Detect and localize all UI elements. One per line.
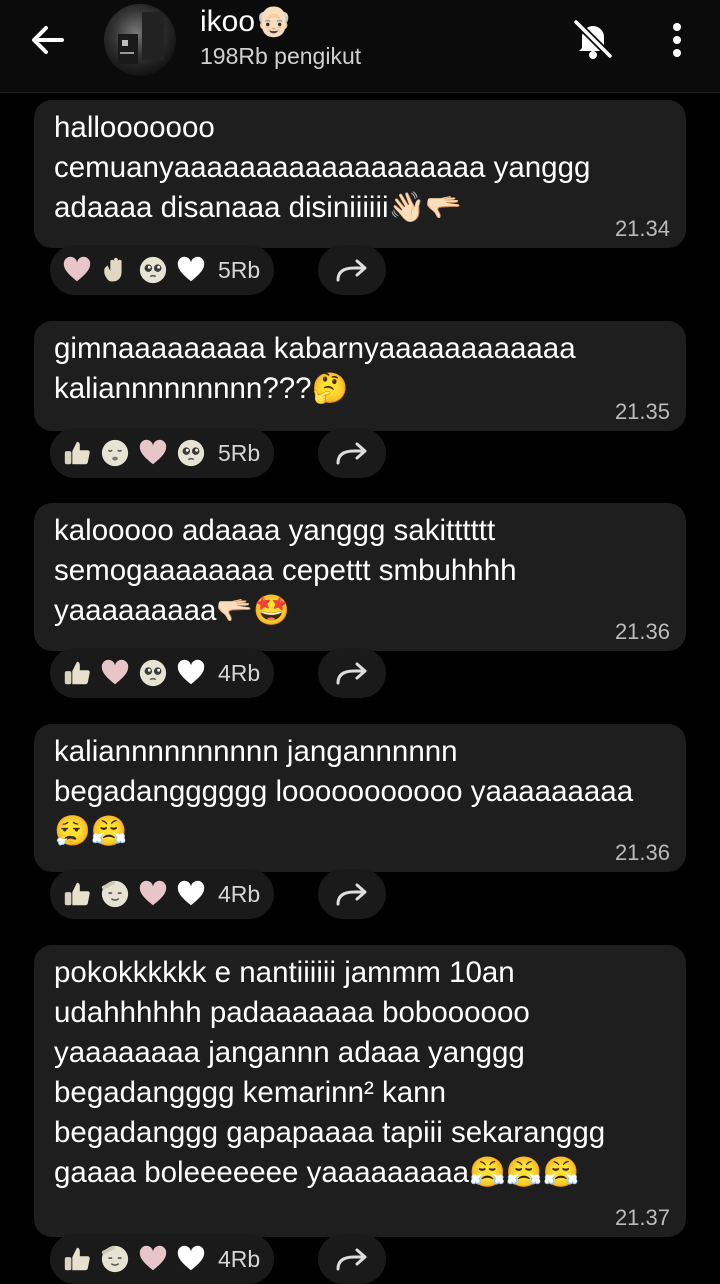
- pleading-face-icon: [138, 658, 168, 688]
- bell-muted-icon[interactable]: [570, 16, 616, 62]
- thumbs-up-icon: [62, 879, 92, 909]
- message-time: 21.36: [614, 619, 670, 644]
- heart-pink-icon: [62, 255, 92, 285]
- more-options-icon[interactable]: [660, 18, 694, 62]
- channel-header: ikoo👴🏻 198Rb pengikut: [0, 0, 720, 93]
- message-time: 21.35: [614, 399, 670, 424]
- white-heart-icon: [176, 1244, 206, 1274]
- message-text: pokokkkkkk e nantiiiiii jammm 10an udahh…: [54, 956, 606, 1189]
- forward-button[interactable]: [318, 869, 386, 919]
- channel-name[interactable]: ikoo👴🏻: [200, 4, 292, 40]
- saluting-face-icon: [100, 1244, 130, 1274]
- message-time: 21.37: [614, 1205, 670, 1230]
- grimace-face-icon: [100, 438, 130, 468]
- heart-pink-icon: [138, 879, 168, 909]
- reaction-count: 4Rb: [218, 659, 261, 686]
- white-heart-icon: [176, 255, 206, 285]
- message-text: gimnaaaaaaaaa kabarnyaaaaaaaaaaaa kalian…: [54, 332, 576, 405]
- message-bubble[interactable]: hallooooooo cemuanyaaaaaaaaaaaaaaaaaaa y…: [34, 100, 686, 248]
- message-bubble[interactable]: gimnaaaaaaaaa kabarnyaaaaaaaaaaaa kalian…: [34, 321, 686, 431]
- thumbs-up-icon: [62, 658, 92, 688]
- reactions-bar[interactable]: 4Rb: [50, 648, 275, 698]
- white-heart-icon: [176, 879, 206, 909]
- forward-arrow-icon: [336, 259, 367, 282]
- waving-hand-icon: [100, 255, 130, 285]
- forward-button[interactable]: [318, 1234, 386, 1284]
- pleading-face-icon: [138, 255, 168, 285]
- white-heart-icon: [176, 658, 206, 688]
- message-time: 21.36: [614, 840, 670, 865]
- message-bubble[interactable]: kalooooo adaaaa yanggg sakitttttt semoga…: [34, 503, 686, 651]
- reaction-count: 4Rb: [218, 880, 261, 907]
- reactions-bar[interactable]: 5Rb: [50, 428, 275, 478]
- follower-count: 198Rb pengikut: [200, 43, 362, 69]
- saluting-face-icon: [100, 879, 130, 909]
- message-text: hallooooooo cemuanyaaaaaaaaaaaaaaaaaaa y…: [54, 111, 591, 224]
- back-arrow-icon[interactable]: [26, 18, 70, 62]
- message-bubble[interactable]: kaliannnnnnnnnn jangannnnnn begadanggggg…: [34, 724, 686, 872]
- heart-pink-icon: [138, 438, 168, 468]
- reaction-count: 5Rb: [218, 256, 261, 283]
- forward-arrow-icon: [336, 1248, 367, 1271]
- message-text: kaliannnnnnnnnn jangannnnnn begadanggggg…: [54, 735, 634, 848]
- reactions-bar[interactable]: 4Rb: [50, 1234, 275, 1284]
- reactions-bar[interactable]: 4Rb: [50, 869, 275, 919]
- channel-avatar[interactable]: [104, 4, 176, 76]
- pleading-face-icon: [176, 438, 206, 468]
- forward-arrow-icon: [336, 883, 367, 906]
- forward-button[interactable]: [318, 245, 386, 295]
- heart-pink-icon: [100, 658, 130, 688]
- message-text: kalooooo adaaaa yanggg sakitttttt semoga…: [54, 514, 517, 627]
- reactions-bar[interactable]: 5Rb: [50, 245, 275, 295]
- forward-arrow-icon: [336, 662, 367, 685]
- message-bubble[interactable]: pokokkkkkk e nantiiiiii jammm 10an udahh…: [34, 945, 686, 1237]
- thumbs-up-icon: [62, 438, 92, 468]
- heart-pink-icon: [138, 1244, 168, 1274]
- message-time: 21.34: [614, 216, 670, 241]
- forward-button[interactable]: [318, 648, 386, 698]
- forward-button[interactable]: [318, 428, 386, 478]
- reaction-count: 5Rb: [218, 439, 261, 466]
- thumbs-up-icon: [62, 1244, 92, 1274]
- forward-arrow-icon: [336, 442, 367, 465]
- reaction-count: 4Rb: [218, 1245, 261, 1272]
